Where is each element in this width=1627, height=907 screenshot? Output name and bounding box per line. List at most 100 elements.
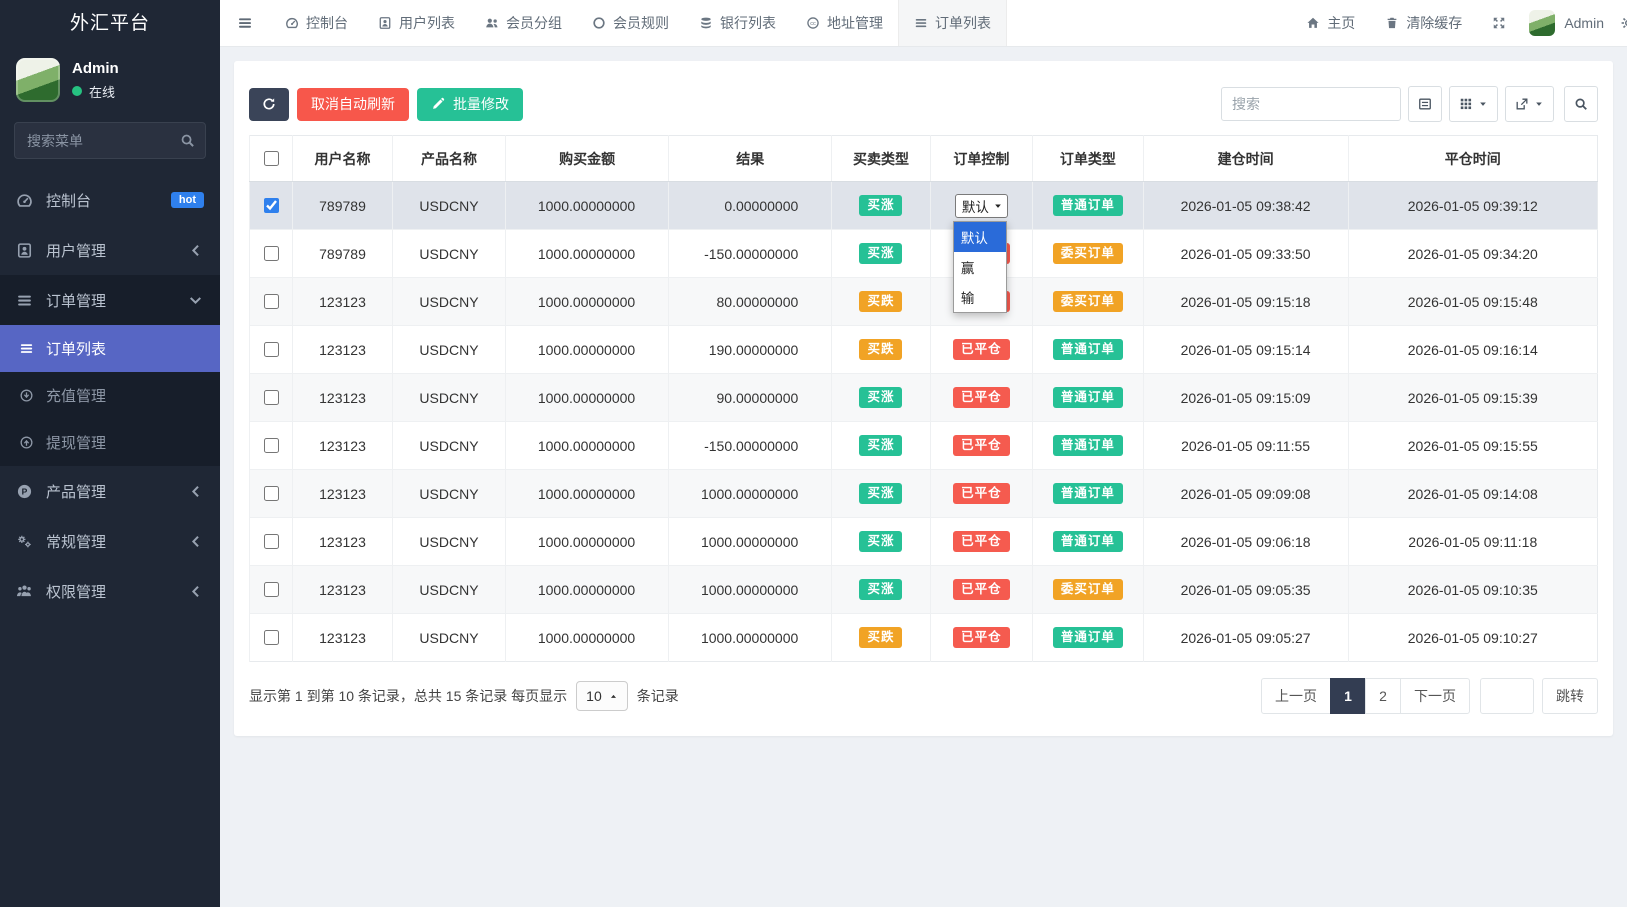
- cell-username: 123123: [293, 566, 393, 614]
- cell-trade-type: 买涨: [832, 230, 930, 278]
- row-checkbox[interactable]: [264, 390, 279, 405]
- home-button[interactable]: 主页: [1291, 13, 1370, 33]
- row-select-cell: [250, 566, 293, 614]
- sidebar-search-input[interactable]: [14, 122, 206, 159]
- dropdown-option[interactable]: 赢: [954, 252, 1006, 282]
- row-checkbox[interactable]: [264, 246, 279, 261]
- row-checkbox[interactable]: [264, 630, 279, 645]
- columns-button[interactable]: [1449, 86, 1498, 122]
- pagination-info: 显示第 1 到第 10 条记录，总共 15 条记录 每页显示: [249, 686, 567, 706]
- cell-username: 789789: [293, 230, 393, 278]
- nav-tab-user-list[interactable]: 用户列表: [363, 0, 470, 46]
- dropdown-option[interactable]: 输: [954, 282, 1006, 312]
- nav-tab-order-list[interactable]: 订单列表: [898, 0, 1007, 46]
- nav-tab-member-rules[interactable]: 会员规则: [577, 0, 684, 46]
- row-checkbox[interactable]: [264, 486, 279, 501]
- id-card-icon: [16, 242, 33, 259]
- nav-tab-dashboard[interactable]: 控制台: [270, 0, 363, 46]
- row-checkbox[interactable]: [264, 294, 279, 309]
- cell-close-time: 2026-01-05 09:10:27: [1348, 614, 1597, 662]
- sidebar-item-recharge-management[interactable]: 充值管理: [0, 372, 220, 419]
- dropdown-option[interactable]: 默认: [954, 222, 1006, 252]
- cell-amount: 1000.00000000: [506, 182, 669, 230]
- sidebar-menu: 控制台 hot 用户管理 订单管理 订单列表 充值管理: [0, 175, 220, 616]
- row-checkbox[interactable]: [264, 534, 279, 549]
- row-select-cell: [250, 230, 293, 278]
- cancel-auto-refresh-button[interactable]: 取消自动刷新: [297, 88, 409, 121]
- navbar-username[interactable]: Admin: [1564, 15, 1604, 31]
- col-order-control: 订单控制: [930, 136, 1032, 182]
- row-checkbox[interactable]: [264, 438, 279, 453]
- cell-username: 123123: [293, 614, 393, 662]
- row-checkbox[interactable]: [264, 198, 279, 213]
- settings-button[interactable]: [1604, 15, 1627, 31]
- cell-close-time: 2026-01-05 09:15:55: [1348, 422, 1597, 470]
- sidebar-item-product-management[interactable]: 产品管理: [0, 466, 220, 516]
- sidebar-item-dashboard[interactable]: 控制台 hot: [0, 175, 220, 225]
- export-button[interactable]: [1505, 86, 1554, 122]
- cell-open-time: 2026-01-05 09:15:18: [1143, 278, 1348, 326]
- next-page-button[interactable]: 下一页: [1400, 678, 1470, 714]
- trade-type-badge: 买跌: [859, 339, 902, 360]
- navbar-avatar[interactable]: [1529, 10, 1555, 36]
- cell-result: 1000.00000000: [669, 470, 832, 518]
- batch-edit-button[interactable]: 批量修改: [417, 88, 523, 121]
- page-jump-input[interactable]: [1480, 678, 1534, 714]
- order-type-badge: 普通订单: [1053, 483, 1123, 504]
- navbar-right: 主页 清除缓存 Admin: [1291, 0, 1627, 46]
- prev-page-button[interactable]: 上一页: [1261, 678, 1331, 714]
- sidebar-item-order-management[interactable]: 订单管理: [0, 275, 220, 325]
- orders-submenu: 订单列表 充值管理 提现管理: [0, 325, 220, 466]
- sidebar-item-withdraw-management[interactable]: 提现管理: [0, 419, 220, 466]
- row-checkbox[interactable]: [264, 342, 279, 357]
- sidebar-toggle-button[interactable]: [220, 0, 270, 46]
- cell-order-type: 委买订单: [1033, 230, 1144, 278]
- fullscreen-button[interactable]: [1477, 16, 1521, 30]
- page-jump-button[interactable]: 跳转: [1542, 678, 1598, 714]
- table-row[interactable]: 123123USDCNY1000.0000000080.00000000买跌已平…: [250, 278, 1598, 326]
- page-size-select[interactable]: 10: [576, 681, 628, 711]
- sidebar-item-general-management[interactable]: 常规管理: [0, 516, 220, 566]
- sidebar-item-permission-management[interactable]: 权限管理: [0, 566, 220, 616]
- cell-trade-type: 买涨: [832, 374, 930, 422]
- search-toggle-button[interactable]: [1564, 86, 1598, 122]
- trade-type-badge: 买跌: [859, 627, 902, 648]
- clear-cache-button[interactable]: 清除缓存: [1370, 13, 1477, 33]
- table-row[interactable]: 123123USDCNY1000.000000001000.00000000买跌…: [250, 614, 1598, 662]
- table-row[interactable]: 789789USDCNY1000.000000000.00000000买涨默认默…: [250, 182, 1598, 230]
- table-row[interactable]: 123123USDCNY1000.0000000090.00000000买涨已平…: [250, 374, 1598, 422]
- cell-close-time: 2026-01-05 09:15:48: [1348, 278, 1597, 326]
- cell-order-type: 普通订单: [1033, 422, 1144, 470]
- table-row[interactable]: 123123USDCNY1000.00000000190.00000000买跌已…: [250, 326, 1598, 374]
- table-row[interactable]: 789789USDCNY1000.00000000-150.00000000买涨…: [250, 230, 1598, 278]
- select-all-checkbox[interactable]: [264, 151, 279, 166]
- row-checkbox[interactable]: [264, 582, 279, 597]
- cell-order-control: 已平仓: [930, 518, 1032, 566]
- export-icon: [1515, 97, 1529, 111]
- cell-username: 123123: [293, 518, 393, 566]
- page-button-1[interactable]: 1: [1330, 678, 1366, 714]
- nav-tab-bank-list[interactable]: 银行列表: [684, 0, 791, 46]
- order-control-select[interactable]: 默认: [955, 194, 1008, 218]
- col-result: 结果: [669, 136, 832, 182]
- nav-tab-address-management[interactable]: 地址管理: [791, 0, 898, 46]
- sidebar-item-order-list[interactable]: 订单列表: [0, 325, 220, 372]
- expand-icon: [1492, 16, 1506, 30]
- trash-icon: [1385, 16, 1399, 30]
- row-select-cell: [250, 182, 293, 230]
- table-row[interactable]: 123123USDCNY1000.000000001000.00000000买涨…: [250, 518, 1598, 566]
- table-row[interactable]: 123123USDCNY1000.00000000-150.00000000买涨…: [250, 422, 1598, 470]
- table-search-input[interactable]: [1221, 87, 1401, 121]
- order-type-badge: 普通订单: [1053, 627, 1123, 648]
- sidebar-item-user-management[interactable]: 用户管理: [0, 225, 220, 275]
- page-button-2[interactable]: 2: [1365, 678, 1401, 714]
- table-row[interactable]: 123123USDCNY1000.000000001000.00000000买涨…: [250, 470, 1598, 518]
- nav-tab-member-groups[interactable]: 会员分组: [470, 0, 577, 46]
- user-panel: Admin 在线: [0, 48, 220, 116]
- cell-order-type: 委买订单: [1033, 278, 1144, 326]
- detail-view-button[interactable]: [1408, 86, 1442, 122]
- cell-order-control: 默认默认赢输: [930, 182, 1032, 230]
- trade-type-badge: 买涨: [859, 387, 902, 408]
- refresh-button[interactable]: [249, 88, 289, 121]
- table-row[interactable]: 123123USDCNY1000.000000001000.00000000买涨…: [250, 566, 1598, 614]
